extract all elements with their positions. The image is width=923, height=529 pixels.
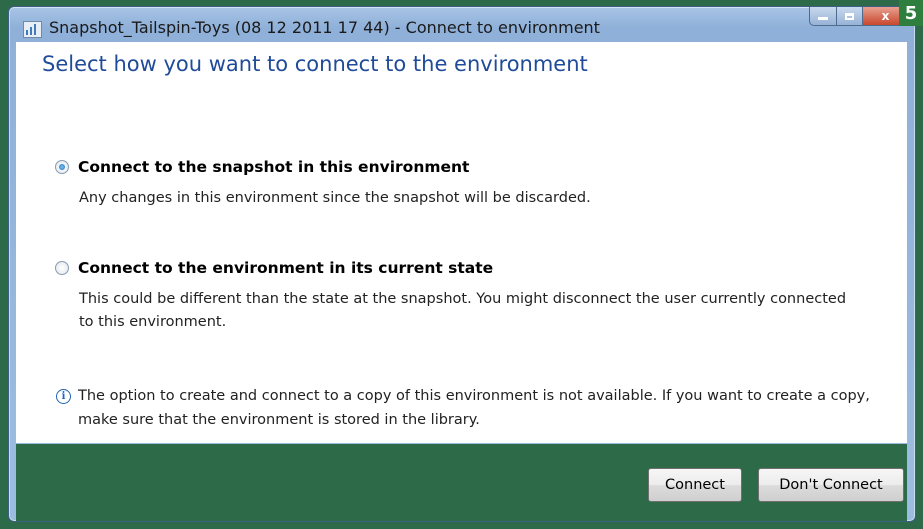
option-label[interactable]: Connect to the snapshot in this environm… — [78, 158, 469, 176]
minimize-button[interactable] — [809, 7, 837, 26]
dont-connect-button[interactable]: Don't Connect — [758, 468, 904, 502]
radio-connect-current-state[interactable] — [55, 261, 69, 275]
minimize-icon — [818, 16, 828, 20]
option-label[interactable]: Connect to the environment in its curren… — [78, 259, 493, 277]
maximize-button[interactable] — [837, 7, 863, 26]
option-description: Any changes in this environment since th… — [79, 190, 591, 206]
app-icon — [23, 21, 42, 38]
step-number-badge: 5 — [899, 0, 923, 26]
connect-button[interactable]: Connect — [648, 468, 742, 502]
title-bar[interactable]: Snapshot_Tailspin-Toys (08 12 2011 17 44… — [9, 7, 915, 43]
radio-connect-snapshot[interactable] — [55, 160, 69, 174]
option-description: This could be different than the state a… — [79, 291, 847, 330]
info-icon: i — [56, 389, 71, 404]
window-title: Snapshot_Tailspin-Toys (08 12 2011 17 44… — [49, 18, 600, 37]
maximize-icon — [845, 12, 854, 20]
dialog-content — [16, 42, 907, 443]
close-icon: x — [881, 9, 890, 23]
dialog-heading: Select how you want to connect to the en… — [42, 52, 588, 76]
info-message: The option to create and connect to a co… — [78, 388, 870, 428]
